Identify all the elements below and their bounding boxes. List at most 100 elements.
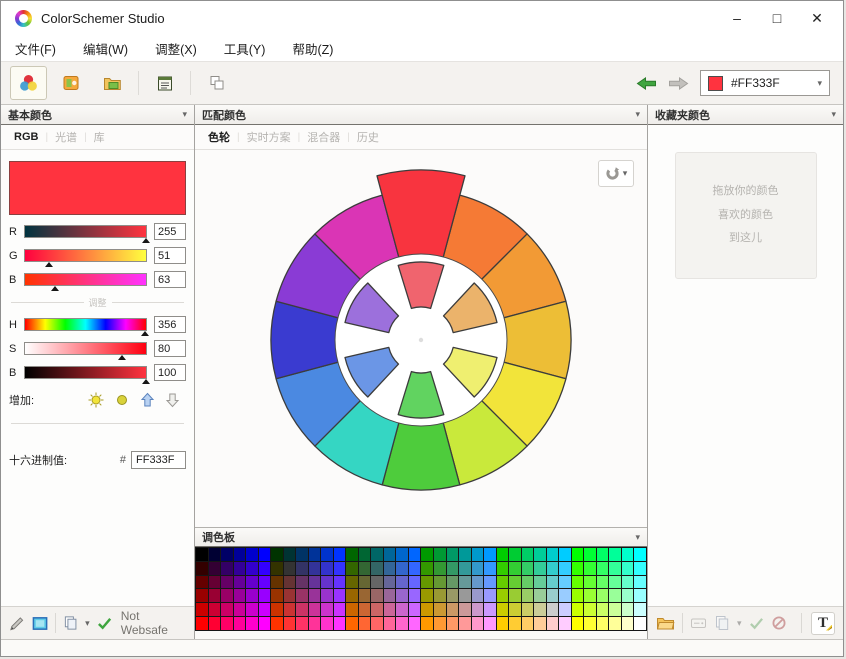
palette-swatch[interactable]	[409, 576, 421, 589]
palette-swatch[interactable]	[309, 617, 321, 630]
palette-swatch[interactable]	[271, 617, 283, 630]
palette-swatch[interactable]	[346, 589, 358, 602]
palette-swatch[interactable]	[334, 589, 346, 602]
palette-swatch[interactable]	[547, 576, 559, 589]
palette-swatch[interactable]	[259, 562, 271, 575]
palette-swatch[interactable]	[634, 548, 646, 561]
palette-swatch[interactable]	[209, 562, 221, 575]
open-scheme-button[interactable]	[94, 66, 131, 100]
palette-swatch[interactable]	[584, 576, 596, 589]
palette-swatch[interactable]	[497, 562, 509, 575]
palette-swatch[interactable]	[484, 576, 496, 589]
palette-swatch[interactable]	[246, 576, 258, 589]
palette-swatch[interactable]	[221, 562, 233, 575]
palette-swatch[interactable]	[396, 562, 408, 575]
palette-swatch[interactable]	[334, 576, 346, 589]
palette-swatch[interactable]	[384, 603, 396, 616]
palette-swatch[interactable]	[572, 589, 584, 602]
palette-swatch[interactable]	[271, 603, 283, 616]
match-colors-header[interactable]: 匹配颜色 ▾	[195, 105, 647, 125]
palette-swatch[interactable]	[597, 589, 609, 602]
menu-edit[interactable]: 编辑(W)	[83, 39, 128, 58]
palette-swatch[interactable]	[434, 576, 446, 589]
palette-swatch[interactable]	[622, 589, 634, 602]
palette-swatch[interactable]	[234, 562, 246, 575]
palette-swatch[interactable]	[209, 617, 221, 630]
palette-swatch[interactable]	[221, 603, 233, 616]
palette-swatch[interactable]	[572, 548, 584, 561]
b-value-input[interactable]: 63	[154, 271, 186, 288]
palette-swatch[interactable]	[609, 603, 621, 616]
palette-swatch[interactable]	[609, 562, 621, 575]
palette-swatch[interactable]	[259, 576, 271, 589]
palette-swatch[interactable]	[396, 617, 408, 630]
palette-swatch[interactable]	[309, 562, 321, 575]
palette-swatch[interactable]	[321, 589, 333, 602]
basic-colors-header[interactable]: 基本颜色 ▾	[1, 105, 194, 125]
tab-library[interactable]: 库	[87, 126, 112, 148]
block-icon[interactable]	[771, 615, 787, 631]
palette-swatch[interactable]	[597, 562, 609, 575]
palette-swatch[interactable]	[597, 576, 609, 589]
hex-color-combobox[interactable]: #FF333F ▾	[700, 70, 830, 96]
palette-swatch[interactable]	[484, 589, 496, 602]
text-tool-button[interactable]: T	[811, 612, 835, 635]
tab-history[interactable]: 历史	[350, 126, 386, 148]
slider-thumb-icon[interactable]	[141, 331, 149, 336]
palette-swatch[interactable]	[359, 548, 371, 561]
palette-swatch[interactable]	[447, 603, 459, 616]
palette-swatch[interactable]	[559, 589, 571, 602]
palette-swatch[interactable]	[572, 562, 584, 575]
palette-swatch[interactable]	[497, 576, 509, 589]
r-value-input[interactable]: 255	[154, 223, 186, 240]
menu-tools[interactable]: 工具(Y)	[224, 39, 266, 58]
palette-swatch[interactable]	[346, 617, 358, 630]
palette-swatch[interactable]	[359, 617, 371, 630]
palette-swatch[interactable]	[497, 548, 509, 561]
palette-swatch[interactable]	[622, 576, 634, 589]
palette-swatch[interactable]	[296, 617, 308, 630]
tab-spectrum[interactable]: 光谱	[48, 126, 84, 148]
palette-swatch[interactable]	[459, 589, 471, 602]
palette-swatch[interactable]	[209, 548, 221, 561]
palette-swatch[interactable]	[371, 576, 383, 589]
palette-swatch[interactable]	[509, 603, 521, 616]
palette-swatch[interactable]	[497, 617, 509, 630]
palette-swatch[interactable]	[534, 576, 546, 589]
menu-help[interactable]: 帮助(Z)	[292, 39, 333, 58]
palette-swatch[interactable]	[459, 576, 471, 589]
palette-swatch[interactable]	[421, 576, 433, 589]
palette-swatch[interactable]	[584, 617, 596, 630]
scheme-report-button[interactable]	[146, 66, 183, 100]
palette-swatch[interactable]	[434, 589, 446, 602]
palette-swatch[interactable]	[522, 562, 534, 575]
palette-swatch[interactable]	[584, 589, 596, 602]
palette-swatch[interactable]	[246, 589, 258, 602]
palette-swatch[interactable]	[234, 617, 246, 630]
palette-swatch[interactable]	[572, 603, 584, 616]
copy-icon[interactable]	[714, 615, 730, 631]
palette-swatch[interactable]	[209, 603, 221, 616]
palette-swatch[interactable]	[547, 562, 559, 575]
palette-swatch[interactable]	[409, 617, 421, 630]
palette-swatch[interactable]	[547, 548, 559, 561]
palette-swatch[interactable]	[559, 603, 571, 616]
palette-swatch[interactable]	[196, 589, 208, 602]
palette-swatch[interactable]	[534, 548, 546, 561]
palette-swatch[interactable]	[547, 603, 559, 616]
palette-swatch[interactable]	[472, 576, 484, 589]
palette-swatch[interactable]	[396, 589, 408, 602]
palette-swatch[interactable]	[284, 548, 296, 561]
palette-swatch[interactable]	[309, 576, 321, 589]
palette-swatch[interactable]	[346, 576, 358, 589]
palette-swatch[interactable]	[459, 548, 471, 561]
palette-swatch[interactable]	[271, 589, 283, 602]
palette-swatch[interactable]	[484, 562, 496, 575]
darken-icon[interactable]	[114, 392, 130, 408]
palette-swatch[interactable]	[234, 603, 246, 616]
menu-adjust[interactable]: 调整(X)	[155, 39, 197, 58]
palette-swatch[interactable]	[371, 548, 383, 561]
forward-arrow-icon[interactable]	[668, 76, 689, 91]
slider-thumb-icon[interactable]	[118, 355, 126, 360]
palette-swatch[interactable]	[572, 576, 584, 589]
